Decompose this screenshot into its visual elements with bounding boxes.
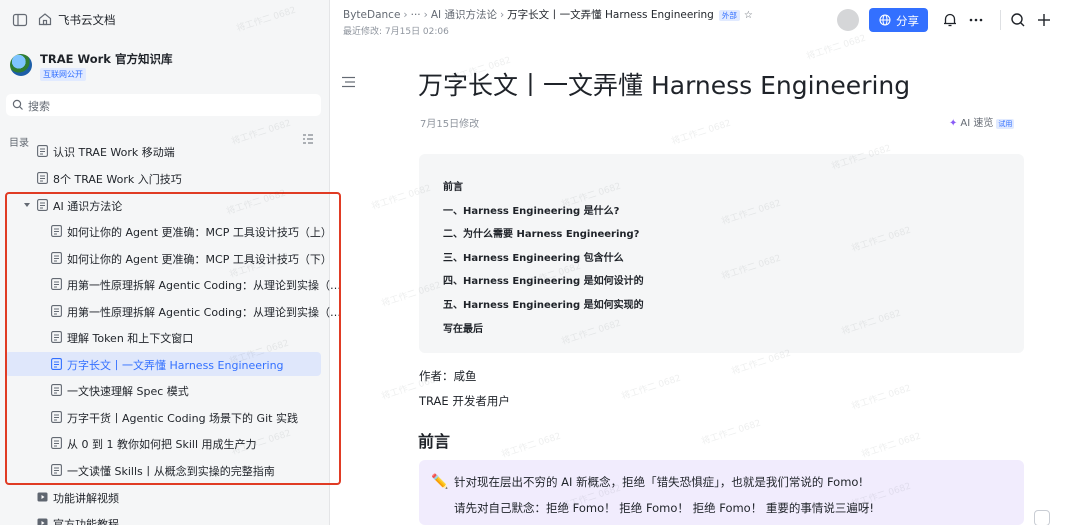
help-button[interactable]	[1034, 510, 1050, 525]
watermark: 将工作二 0682	[620, 373, 683, 403]
more-icon[interactable]	[967, 11, 985, 29]
page-title: 万字长文丨一文弄懂 Harness Engineering	[418, 71, 911, 100]
ai-summary-button[interactable]: ✦ AI 速览 试用	[949, 114, 1015, 129]
search-placeholder: 搜索	[28, 100, 50, 113]
toc-entry[interactable]: 写在最后	[443, 320, 483, 335]
breadcrumb-current: 万字长文丨一文弄懂 Harness Engineering	[507, 9, 714, 21]
watermark: 将工作二 0682	[670, 118, 733, 148]
space-logo	[10, 54, 32, 76]
home-icon[interactable]	[37, 11, 53, 27]
watermark: 将工作二 0682	[850, 383, 913, 413]
watermark: 将工作二 0682	[500, 431, 563, 461]
share-label: 分享	[896, 14, 919, 28]
callout-block: ✏️ 针对现在层出不穷的 AI 新概念，拒绝「错失恐惧症」，也就是我们常说的 F…	[419, 460, 1024, 525]
author-role: TRAE 开发者用户	[419, 394, 510, 408]
toc-entry[interactable]: 前言	[443, 178, 463, 193]
callout-line: 针对现在层出不穷的 AI 新概念，拒绝「错失恐惧症」，也就是我们常说的 Fomo…	[454, 475, 864, 489]
trial-badge: 试用	[996, 119, 1015, 129]
table-of-contents: 前言一、Harness Engineering 是什么? 二、为什么需要 Harn…	[419, 154, 1024, 353]
avatar[interactable]	[837, 9, 859, 31]
section-heading: 前言	[418, 432, 451, 451]
toc-entry[interactable]: 二、为什么需要 Harness Engineering?	[443, 225, 639, 240]
watermark: 将工作二 0682	[860, 431, 923, 461]
space-visibility-badge: 互联网公开	[40, 68, 86, 81]
search-icon[interactable]	[1009, 11, 1027, 29]
space-title[interactable]: TRAE Work 官方知识库	[40, 51, 172, 67]
document-icon	[37, 145, 48, 157]
sidebar-item[interactable]: 8个 TRAE Work 入门技巧	[0, 166, 330, 190]
sidebar-toggle-icon[interactable]	[12, 12, 28, 28]
bell-icon[interactable]	[941, 11, 959, 29]
sidebar-item[interactable]: 功能讲解视频	[0, 485, 330, 509]
callout-line: 请先对自己默念：拒绝 Fomo！ 拒绝 Fomo！ 拒绝 Fomo！ 重要的事情…	[454, 501, 874, 515]
sidebar-item-label: 8个 TRAE Work 入门技巧	[53, 173, 182, 186]
app-brand[interactable]: 飞书云文档	[58, 12, 116, 28]
highlight-annotation-box	[5, 192, 341, 485]
watermark: 将工作二 0682	[700, 418, 763, 448]
toc-entry[interactable]: 五、Harness Engineering 是如何实现的	[443, 296, 644, 311]
share-button[interactable]: 分享	[869, 8, 928, 32]
sidebar-item-label: 官方功能教程	[53, 518, 119, 525]
globe-icon	[879, 14, 891, 26]
sidebar-item-label: 认识 TRAE Work 移动端	[53, 146, 175, 159]
doc-modified-date: 7月15日修改	[420, 119, 480, 130]
last-modified: 最近修改: 7月15日 02:06	[343, 27, 449, 37]
toc-entry[interactable]: 四、Harness Engineering 是如何设计的	[443, 272, 644, 287]
ai-summary-label: AI 速览	[960, 118, 994, 129]
breadcrumb-parent[interactable]: AI 通识方法论	[431, 9, 497, 21]
sidebar-item[interactable]: 官方功能教程	[0, 511, 330, 525]
video-icon	[37, 492, 48, 502]
pencil-icon: ✏️	[431, 474, 449, 490]
top-bar: ByteDance › ··· › AI 通识方法论 › 万字长文丨一文弄懂 Harness…	[331, 0, 1080, 40]
author-line: 作者：咸鱼	[419, 369, 477, 383]
star-icon[interactable]: ☆	[744, 10, 753, 21]
breadcrumb: ByteDance › ··· › AI 通识方法论 › 万字长文丨一文弄懂 Harness…	[343, 9, 753, 21]
search-input[interactable]: 搜索	[6, 94, 321, 116]
breadcrumb-root[interactable]: ByteDance	[343, 9, 400, 21]
outline-toggle-icon[interactable]	[342, 76, 355, 88]
external-badge: 外部	[718, 10, 740, 21]
toc-entry[interactable]: 三、Harness Engineering 包含什么	[443, 249, 624, 264]
add-icon[interactable]	[1035, 11, 1053, 29]
sidebar-item-label: 功能讲解视频	[53, 492, 119, 505]
breadcrumb-ellipsis[interactable]: ···	[411, 9, 421, 21]
video-icon	[37, 518, 48, 525]
toc-entry[interactable]: 一、Harness Engineering 是什么?	[443, 202, 619, 217]
sidebar-header: 飞书云文档	[0, 0, 330, 40]
document-icon	[37, 172, 48, 184]
search-icon	[12, 99, 23, 110]
toolbar-divider	[1000, 10, 1001, 30]
sidebar-item[interactable]: 认识 TRAE Work 移动端	[0, 139, 330, 163]
sparkle-icon: ✦	[949, 118, 958, 129]
